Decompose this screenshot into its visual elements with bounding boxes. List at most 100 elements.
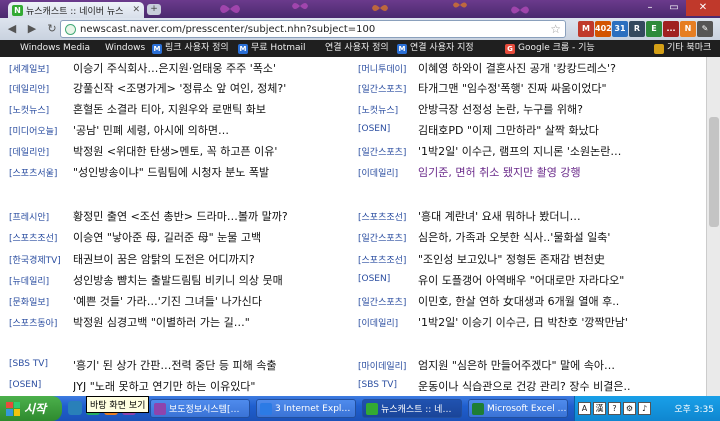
news-source[interactable]: [미디어오늘]	[9, 124, 57, 137]
news-source[interactable]: [노컷뉴스]	[358, 103, 398, 116]
note-icon[interactable]: N	[680, 21, 696, 37]
back-arrow-icon[interactable]: ◀	[4, 21, 20, 37]
news-source[interactable]: [스포츠조선]	[358, 253, 406, 266]
news-source[interactable]: [프레시안]	[9, 210, 49, 223]
news-headline-link[interactable]: 혼혈돈 소결라 티아, 지원우와 로맨틱 화보	[73, 101, 343, 117]
wrench-icon[interactable]: ✎	[697, 21, 713, 37]
news-headline-link[interactable]: '흥기' 된 상가 간판…전력 중단 등 피해 속출	[73, 357, 343, 373]
gmail-icon[interactable]: M	[578, 21, 594, 37]
news-source[interactable]: [SBS TV]	[9, 359, 48, 369]
news-headline-link[interactable]: 황정민 출연 <조선 총반> 드라마…볼까 말까?	[73, 208, 343, 224]
bookmark-other-folder[interactable]: 기타 북마크	[654, 40, 711, 57]
news-headline-link[interactable]: 강풀신작 <조명가게> '정류소 앞 여인, 정체?'	[73, 80, 343, 96]
language-indicator[interactable]: A	[578, 402, 591, 415]
new-tab-button[interactable]: +	[147, 4, 161, 15]
news-headline-link[interactable]: 임기준, 면허 취소 됐지만 촬영 강행	[418, 164, 704, 180]
news-headline-link[interactable]: '1박2일' 이승기 이수근, 日 박찬호 '깡짝만남'	[418, 314, 704, 330]
forward-arrow-icon[interactable]: ▶	[24, 21, 40, 37]
bookmark-hotmail[interactable]: M 무료 Hotmail	[238, 40, 306, 57]
start-label: 시작	[24, 402, 47, 416]
news-source[interactable]: [마이데일리]	[358, 359, 406, 372]
reload-icon[interactable]: ↻	[44, 21, 60, 37]
news-source[interactable]: [한국경제TV]	[9, 253, 61, 266]
news-headline-link[interactable]: 이민호, 한살 연하 女대생과 6개월 열애 후..	[418, 293, 704, 309]
news-source[interactable]: [일간스포츠]	[358, 82, 406, 95]
vertical-scrollbar[interactable]	[706, 57, 720, 396]
evernote-icon[interactable]: E	[646, 21, 662, 37]
news-row: [OSEN] JYJ "노래 못하고 연기만 하는 이유있다" [SBS TV] …	[0, 377, 706, 396]
news-headline-link[interactable]: 태권브이 꿈은 암탉의 도전은 어디까지?	[73, 251, 343, 267]
news-source[interactable]: [이데일리]	[358, 316, 398, 329]
news-source[interactable]: [일간스포츠]	[358, 145, 406, 158]
taskbar-button[interactable]: 뉴스캐스트 :: 네…	[362, 399, 462, 418]
lastpass-icon[interactable]: ...	[663, 21, 679, 37]
news-headline-link[interactable]: "성인방송이냐" 드림팀에 시청자 분노 폭발	[73, 164, 343, 180]
news-headline-link[interactable]: 이혜영 하와이 결혼사진 공개 '캉캉드레스'?	[418, 60, 704, 76]
news-headline-link[interactable]: 박정원 <위대한 탄생>멘토, 꼭 하고픈 이유'	[73, 143, 343, 159]
news-source[interactable]: [이데일리]	[358, 166, 398, 179]
news-source[interactable]: [SBS TV]	[358, 380, 397, 390]
close-window-button[interactable]: ✕	[686, 0, 720, 16]
news-source[interactable]: [일간스포츠]	[358, 231, 406, 244]
calendar-icon[interactable]: 31	[612, 21, 628, 37]
tab-close-icon[interactable]: ✕	[132, 5, 140, 15]
news-headline-link[interactable]: '예쁜 것들' 가라…'기진 그녀들' 나가신다	[73, 293, 343, 309]
taskbar-button[interactable]: Microsoft Excel …	[468, 399, 568, 418]
news-source[interactable]: [스포츠동아]	[9, 316, 57, 329]
bookmark-star-icon[interactable]: ☆	[550, 22, 561, 36]
news-headline-link[interactable]: '공남' 민폐 세령, 아시에 의하면…	[73, 122, 343, 138]
bookmark-connect-custom[interactable]: 연결 사용자 정의	[325, 40, 389, 57]
news-source[interactable]: [데일리안]	[9, 145, 49, 158]
news-source[interactable]: [스포츠서울]	[9, 166, 57, 179]
news-headline-link[interactable]: "조인성 보고있나" 정형돈 존재감 변천史	[418, 251, 704, 267]
bookmark-google-chrome[interactable]: G Google 크롬 - 기능	[505, 40, 595, 57]
news-headline-link[interactable]: 유이 도플갱어 아역배우 "어대로만 자라다오"	[418, 272, 704, 288]
news-headline-link[interactable]: 운동이나 식습관으로 건강 관리? 장수 비결은..	[418, 378, 704, 394]
news-source[interactable]: [OSEN]	[358, 274, 390, 284]
news-source[interactable]: [스포츠조선]	[9, 231, 57, 244]
tray-app-icon[interactable]: ⚙	[623, 402, 636, 415]
bookmark-link-custom[interactable]: M 링크 사용자 정의	[152, 40, 229, 57]
news-source[interactable]: [일간스포츠]	[358, 295, 406, 308]
bookmark-windows-media[interactable]: Windows Media	[20, 40, 90, 57]
news-headline-link[interactable]: 심은하, 가족과 오붓한 식사..'물화설 일축'	[418, 229, 704, 245]
hanja-indicator[interactable]: 漢	[593, 402, 606, 415]
taskbar-button[interactable]: 3 Internet Expl…	[256, 399, 356, 418]
news-source[interactable]: [노컷뉴스]	[9, 103, 49, 116]
maximize-button[interactable]: ▭	[662, 0, 686, 16]
help-icon[interactable]: ?	[608, 402, 621, 415]
news-row: [데일리안] 박정원 <위대한 탄생>멘토, 꼭 하고픈 이유' [일간스포츠] …	[0, 142, 706, 162]
start-button[interactable]: 시작	[0, 396, 62, 421]
address-bar[interactable]: newscast.naver.com/presscenter/subject.n…	[60, 20, 566, 38]
news-headline-link[interactable]: 성인방송 뺨치는 출발드림팀 비키니 의상 뭇매	[73, 272, 343, 288]
minimize-button[interactable]: –	[638, 0, 662, 16]
news-list: [세계일보] 이승기 주식회사…은지원·엄태웅 주주 '폭소' [머니투데이] 이…	[0, 57, 706, 396]
news-headline-link[interactable]: 이승기 주식회사…은지원·엄태웅 주주 '폭소'	[73, 60, 343, 76]
news-headline-link[interactable]: 안방극장 선정성 논란, 누구를 위해?	[418, 101, 704, 117]
volume-icon[interactable]: ♪	[638, 402, 651, 415]
news-source[interactable]: [데일리안]	[9, 82, 49, 95]
news-headline-link[interactable]: 엄지원 "심은하 만들어주겠다" 말에 속아…	[418, 357, 704, 373]
show-desktop-icon[interactable]	[68, 401, 82, 415]
scrollbar-thumb[interactable]	[709, 117, 719, 227]
bookmark-connect-user[interactable]: M 연결 사용자 지정	[397, 40, 474, 57]
tab-newscast[interactable]: N 뉴스캐스트 :: 네이버 뉴스 ✕	[8, 2, 144, 18]
news-source[interactable]: [OSEN]	[9, 380, 41, 390]
news-headline-link[interactable]: 박정원 심경고백 "이별하러 가는 길…"	[73, 314, 343, 330]
taskbar-button[interactable]: 보도정보시스템[…	[150, 399, 250, 418]
news-source[interactable]: [OSEN]	[358, 124, 390, 134]
news-source[interactable]: [뉴데일리]	[9, 274, 49, 287]
badge-icon[interactable]: 402	[595, 21, 612, 37]
news-headline-link[interactable]: 타개그맨 "임수정'폭행' 진짜 싸움이었다"	[418, 80, 704, 96]
news-source[interactable]: [세계일보]	[9, 62, 49, 75]
news-headline-link[interactable]: JYJ "노래 못하고 연기만 하는 이유있다"	[73, 378, 343, 394]
news-headline-link[interactable]: 이승연 "낳아준 母, 길러준 母" 눈물 고백	[73, 229, 343, 245]
reader-icon[interactable]: R	[629, 21, 645, 37]
news-headline-link[interactable]: 김태호PD "이제 그만하라" 살짝 화났다	[418, 122, 704, 138]
bookmark-windows[interactable]: Windows	[105, 40, 145, 57]
news-source[interactable]: [문화일보]	[9, 295, 49, 308]
news-source[interactable]: [스포츠조선]	[358, 210, 406, 223]
news-headline-link[interactable]: '흥대 계란녀' 요새 뭐하나 봤더니…	[418, 208, 704, 224]
news-headline-link[interactable]: '1박2일' 이수근, 램프의 지니론 '소원논란…	[418, 143, 704, 159]
news-source[interactable]: [머니투데이]	[358, 62, 406, 75]
